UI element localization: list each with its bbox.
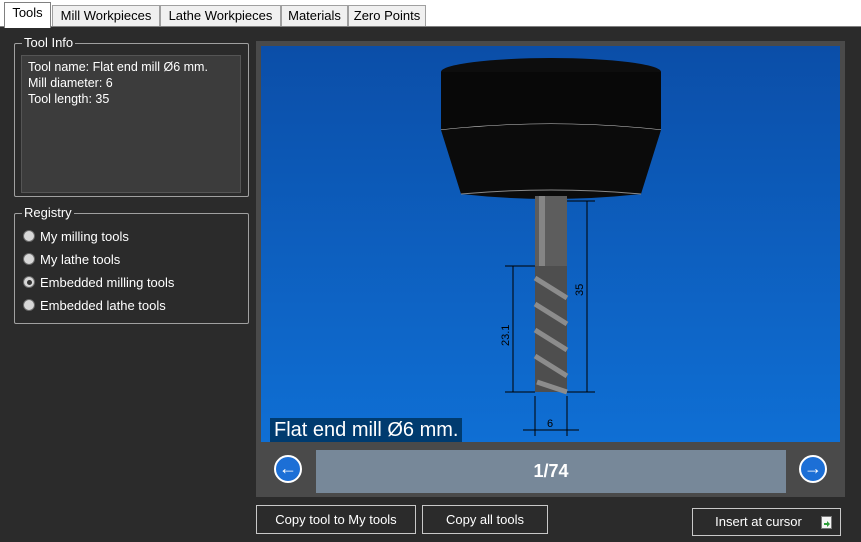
holder-body (441, 72, 661, 130)
insert-at-cursor-button[interactable]: Insert at cursor (692, 508, 841, 536)
radio-embedded-milling-tools[interactable]: Embedded milling tools (23, 273, 174, 291)
prev-tool-button[interactable]: ← (274, 455, 302, 483)
dim-total-length: 35 (574, 284, 586, 296)
tool-counter: 1/74 (316, 450, 786, 493)
tool-info-text: Tool name: Flat end mill Ø6 mm. Mill dia… (21, 55, 241, 193)
tab-mill-workpieces[interactable]: Mill Workpieces (52, 5, 160, 27)
insert-label: Insert at cursor (715, 514, 802, 529)
tab-lathe-workpieces[interactable]: Lathe Workpieces (160, 5, 281, 27)
tool-3d-viewport: 35 23.1 6 Flat end mill Ø6 mm. (261, 46, 840, 442)
radio-my-lathe-tools[interactable]: My lathe tools (23, 250, 120, 268)
copy-all-label: Copy all tools (445, 512, 525, 527)
tool-info-group: Tool Info Tool name: Flat end mill Ø6 mm… (14, 35, 249, 197)
tab-materials[interactable]: Materials (281, 5, 348, 27)
tool-caption: Flat end mill Ø6 mm. (270, 418, 463, 442)
tab-tools[interactable]: Tools (4, 2, 51, 28)
copy-all-tools-button[interactable]: Copy all tools (422, 505, 548, 534)
holder-taper (441, 124, 661, 199)
radio-label: Embedded milling tools (40, 274, 175, 290)
next-tool-button[interactable]: → (799, 455, 827, 483)
arrow-right-icon: → (804, 458, 822, 478)
registry-title: Registry (22, 205, 74, 221)
copy-tool-button[interactable]: Copy tool to My tools (256, 505, 416, 534)
mill-diameter-line: Mill diameter: 6 (28, 76, 113, 90)
radio-label: Embedded lathe tools (40, 297, 166, 313)
radio-indicator[interactable] (23, 230, 35, 242)
radio-indicator-checked[interactable] (23, 276, 35, 288)
tool-length-line: Tool length: 35 (28, 92, 110, 106)
dim-diameter: 6 (547, 418, 553, 430)
radio-my-milling-tools[interactable]: My milling tools (23, 227, 129, 245)
tab-zero-points[interactable]: Zero Points (348, 5, 426, 27)
radio-indicator[interactable] (23, 253, 35, 265)
arrow-left-icon: ← (279, 458, 297, 478)
tab-strip: Tools Mill Workpieces Lathe Workpieces M… (0, 0, 861, 28)
insert-document-icon (821, 516, 832, 529)
radio-indicator[interactable] (23, 299, 35, 311)
radio-label: My milling tools (40, 228, 129, 244)
tool-info-title: Tool Info (22, 35, 76, 51)
dim-flute-length: 23.1 (500, 325, 512, 346)
radio-label: My lathe tools (40, 251, 121, 267)
end-mill-drawing: 35 23.1 6 (440, 58, 662, 436)
radio-embedded-lathe-tools[interactable]: Embedded lathe tools (23, 296, 166, 314)
shank-highlight (539, 196, 545, 266)
tool-name-line: Tool name: Flat end mill Ø6 mm. (28, 60, 208, 74)
registry-group: Registry My milling tools My lathe tools… (14, 205, 249, 324)
tool-preview-panel: 35 23.1 6 Flat end mill Ø6 mm. ← 1/74 → (256, 41, 845, 497)
tab-divider (0, 26, 861, 27)
